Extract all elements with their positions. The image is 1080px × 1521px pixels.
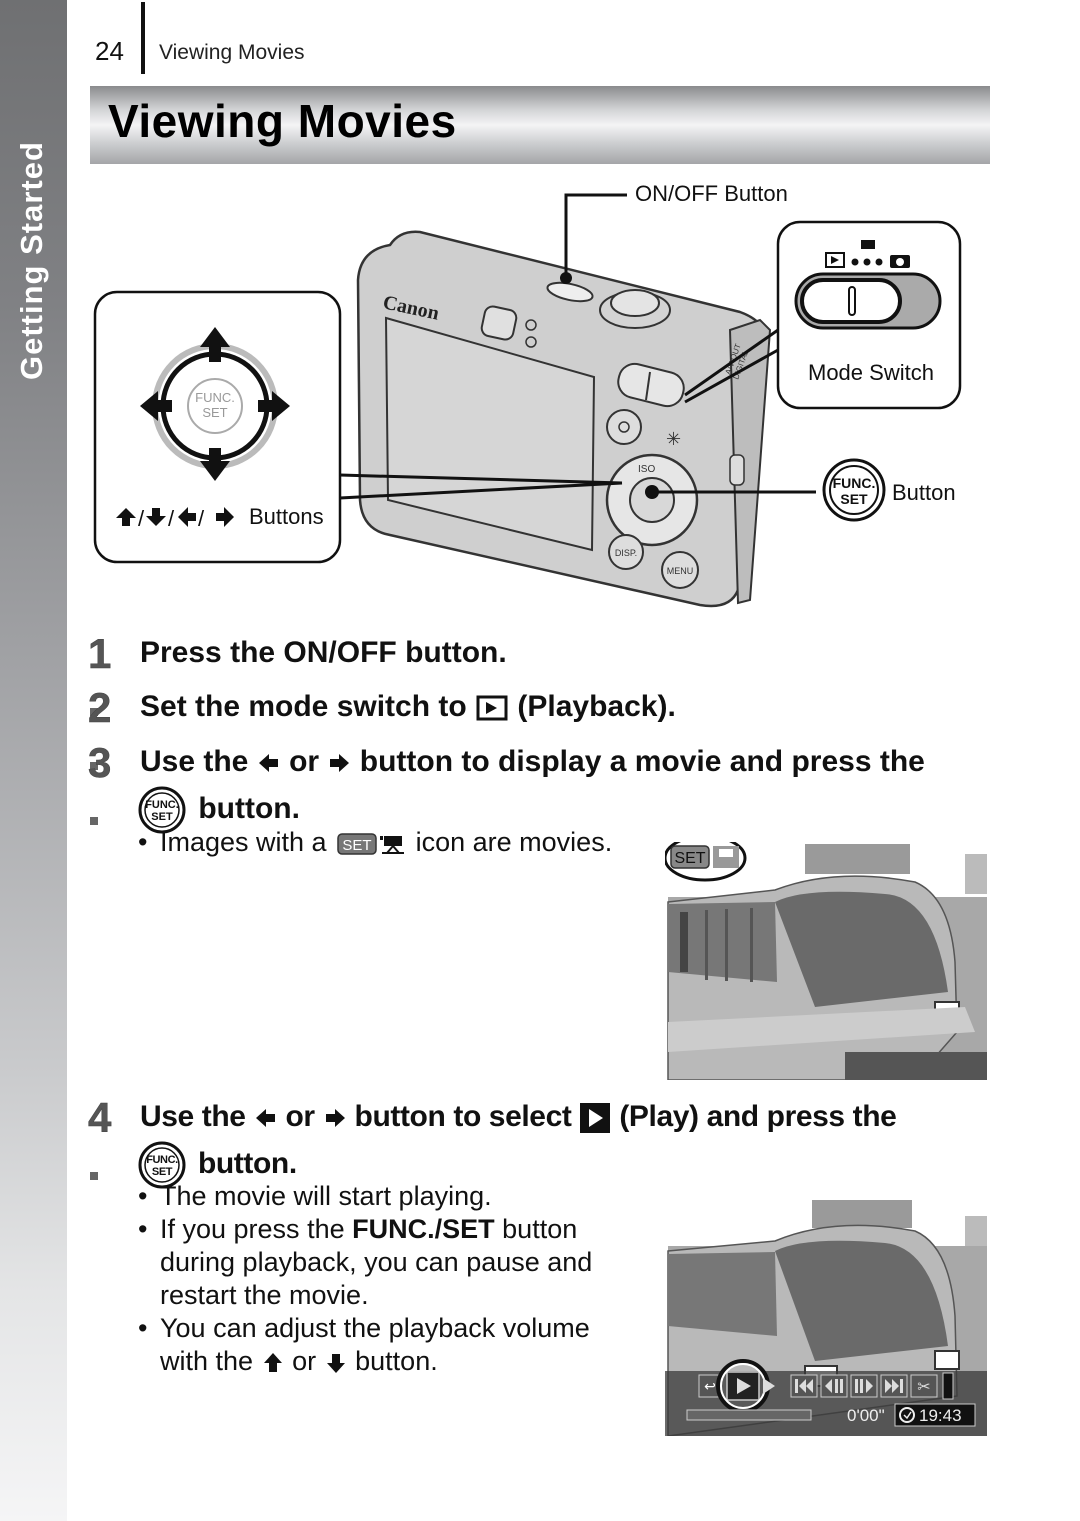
- play-icon: [580, 1103, 611, 1134]
- dial-func-text: FUNC.: [195, 390, 235, 405]
- step-number: 3: [88, 739, 112, 835]
- movie-icon-overlay: SET: [665, 842, 747, 882]
- bullet-item: If you press the FUNC./SET button during…: [138, 1213, 638, 1312]
- menu-text: MENU: [667, 566, 694, 576]
- svg-text:/: /: [198, 506, 205, 531]
- set-overlay-text: SET: [674, 850, 705, 867]
- section-label: Getting Started: [14, 141, 49, 380]
- step-3-bullets: Images with a SET icon are movies.: [138, 826, 612, 859]
- play-control-icon[interactable]: [726, 1371, 760, 1401]
- svg-text:SET: SET: [151, 811, 173, 823]
- movie-set-icon: SET: [337, 833, 405, 855]
- movie-mode-icon: [861, 240, 875, 249]
- func-set-button-label: Button: [892, 480, 956, 505]
- dial-set-text: SET: [202, 405, 227, 420]
- movie-thumbnail-screen: SET: [665, 842, 987, 1080]
- running-section-title: Viewing Movies: [159, 41, 305, 64]
- svg-text:✂: ✂: [917, 1377, 930, 1396]
- on-off-button-label: ON/OFF Button: [635, 181, 788, 206]
- step-4-bullets: The movie will start playing. If you pre…: [138, 1180, 638, 1378]
- playback-controls: ↩ ✂ 0'00" 19:43: [686, 1359, 976, 1427]
- svg-text:✳: ✳: [666, 429, 681, 450]
- arrow-buttons-label: Buttons: [249, 504, 324, 529]
- disp-text: DISP.: [615, 548, 637, 558]
- movie-playback-screen: ↩ ✂ 0'00" 19:43: [665, 1196, 987, 1436]
- step-text: Use the or button to display a movie and…: [140, 745, 925, 778]
- progress-bar: [686, 1409, 812, 1421]
- playback-icon: [476, 695, 508, 721]
- section-side-tab: Getting Started: [0, 0, 67, 1521]
- header-divider: [141, 2, 145, 74]
- iso-text: ISO: [638, 464, 655, 475]
- volume-icon: [942, 1372, 954, 1400]
- svg-text:FUNC.: FUNC.: [146, 1154, 178, 1166]
- next-frame-icon[interactable]: [850, 1374, 878, 1398]
- step-text: Use the or button to select (Play) and p…: [140, 1100, 897, 1134]
- step-text: Set the mode switch to (Playback).: [140, 690, 676, 723]
- previous-frame-icon[interactable]: [820, 1374, 848, 1398]
- bullet-item: Images with a SET icon are movies.: [138, 826, 612, 859]
- svg-text:SET: SET: [152, 1166, 173, 1178]
- svg-text:/: /: [138, 506, 145, 531]
- camera-body: Canon ✳ ISO DISP. MENU A/V OUT DIGITAL: [356, 230, 772, 608]
- elapsed-time: 0'00": [847, 1406, 885, 1425]
- bullet-item: You can adjust the playback volume with …: [138, 1312, 638, 1378]
- step-number: 4: [88, 1094, 112, 1190]
- camera-illustration: FUNC. SET / / / Canon ✳ ISO DISP. MENU A…: [90, 170, 990, 620]
- svg-text:FUNC.: FUNC.: [145, 799, 179, 811]
- left-arrow-icon: [255, 1109, 275, 1128]
- camera-diagram: FUNC. SET / / / Canon ✳ ISO DISP. MENU A…: [93, 193, 962, 608]
- clock-time: 19:43: [919, 1406, 962, 1425]
- mode-switch-label: Mode Switch: [808, 360, 934, 385]
- first-frame-icon[interactable]: [790, 1374, 818, 1398]
- svg-text:SET: SET: [343, 837, 372, 854]
- func-text: FUNC.: [833, 475, 876, 491]
- left-arrow-icon: [258, 754, 278, 773]
- up-arrow-icon: [263, 1352, 282, 1372]
- right-arrow-icon: [330, 754, 350, 773]
- last-frame-icon[interactable]: [880, 1374, 908, 1398]
- svg-text:/: /: [168, 506, 175, 531]
- svg-text:↩: ↩: [704, 1379, 716, 1395]
- title-bar: Viewing Movies: [90, 86, 990, 164]
- step-text: Press the ON/OFF button.: [140, 636, 507, 669]
- page-title: Viewing Movies: [108, 95, 457, 147]
- down-arrow-icon: [326, 1353, 345, 1373]
- func-set-callout-icon: FUNC. SET: [822, 458, 886, 522]
- set-text: SET: [840, 491, 868, 507]
- page-number: 24: [95, 36, 124, 66]
- bullet-item: The movie will start playing.: [138, 1180, 638, 1213]
- right-arrow-icon: [325, 1109, 345, 1128]
- edit-scissors-icon[interactable]: ✂: [910, 1374, 938, 1398]
